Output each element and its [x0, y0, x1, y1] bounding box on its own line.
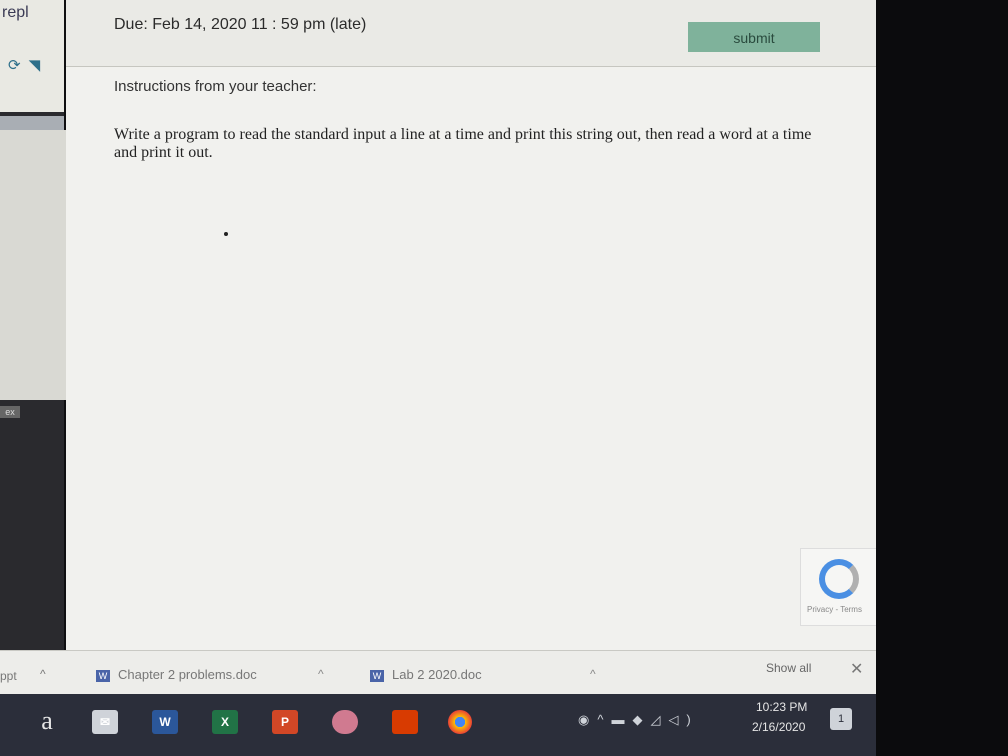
excel-icon[interactable]: X: [212, 710, 238, 734]
recaptcha-icon: [819, 559, 859, 599]
recaptcha-links[interactable]: Privacy - Terms: [807, 605, 862, 614]
download-item[interactable]: W Lab 2 2020.doc: [370, 667, 482, 682]
sidebar-light-panel: [0, 130, 66, 400]
brain-icon[interactable]: [332, 710, 358, 734]
close-icon[interactable]: ✕: [850, 659, 863, 679]
download-item-partial[interactable]: ppt: [0, 669, 17, 683]
notification-icon[interactable]: 1: [830, 708, 852, 730]
recaptcha-badge[interactable]: Privacy - Terms: [800, 548, 877, 626]
clock-time[interactable]: 10:23 PM: [756, 700, 807, 714]
assignment-header: Due: Feb 14, 2020 11 : 59 pm (late) subm…: [66, 0, 876, 67]
instructions-heading: Instructions from your teacher:: [114, 78, 317, 95]
word-icon[interactable]: W: [152, 710, 178, 734]
system-tray-icons[interactable]: ◉^▬◆◿◁): [578, 712, 699, 728]
word-doc-icon: W: [96, 669, 110, 682]
instructions-text: Write a program to read the standard inp…: [114, 126, 812, 161]
chevron-up-icon[interactable]: ^: [318, 667, 324, 681]
amazon-icon[interactable]: a: [34, 708, 60, 734]
submit-button[interactable]: submit: [688, 22, 820, 52]
show-all-button[interactable]: Show all: [766, 661, 811, 675]
downloads-bar: ppt ^ W Chapter 2 problems.doc ^ W Lab 2 2…: [0, 650, 876, 695]
chevron-up-icon[interactable]: ^: [590, 667, 596, 681]
powerpoint-icon[interactable]: P: [272, 710, 298, 734]
screen-bezel: [876, 0, 1008, 756]
mail-icon[interactable]: ✉: [92, 710, 118, 734]
sidebar-tool-icons[interactable]: ⟳◥: [8, 56, 48, 74]
left-sidebar-header: repl ⟳◥: [0, 0, 64, 112]
due-date: Due: Feb 14, 2020 11 : 59 pm (late): [114, 16, 367, 33]
download-item-name: Lab 2 2020.doc: [392, 667, 482, 682]
download-item[interactable]: W Chapter 2 problems.doc: [96, 667, 257, 682]
chevron-up-icon[interactable]: ^: [40, 667, 46, 681]
clock-date[interactable]: 2/16/2020: [752, 720, 805, 734]
office-icon[interactable]: [392, 710, 418, 734]
download-item-name: Chapter 2 problems.doc: [118, 667, 257, 682]
word-doc-icon: W: [370, 669, 384, 682]
sidebar-tag: ex: [0, 406, 20, 418]
assignment-pane: Due: Feb 14, 2020 11 : 59 pm (late) subm…: [66, 0, 876, 650]
taskbar: a ✉ W X P ◉^▬◆◿◁) 10:23 PM 2/16/2020 1: [0, 694, 876, 756]
cursor-dot: [224, 232, 228, 236]
chrome-icon[interactable]: [448, 710, 472, 734]
sidebar-title: repl: [2, 4, 29, 21]
